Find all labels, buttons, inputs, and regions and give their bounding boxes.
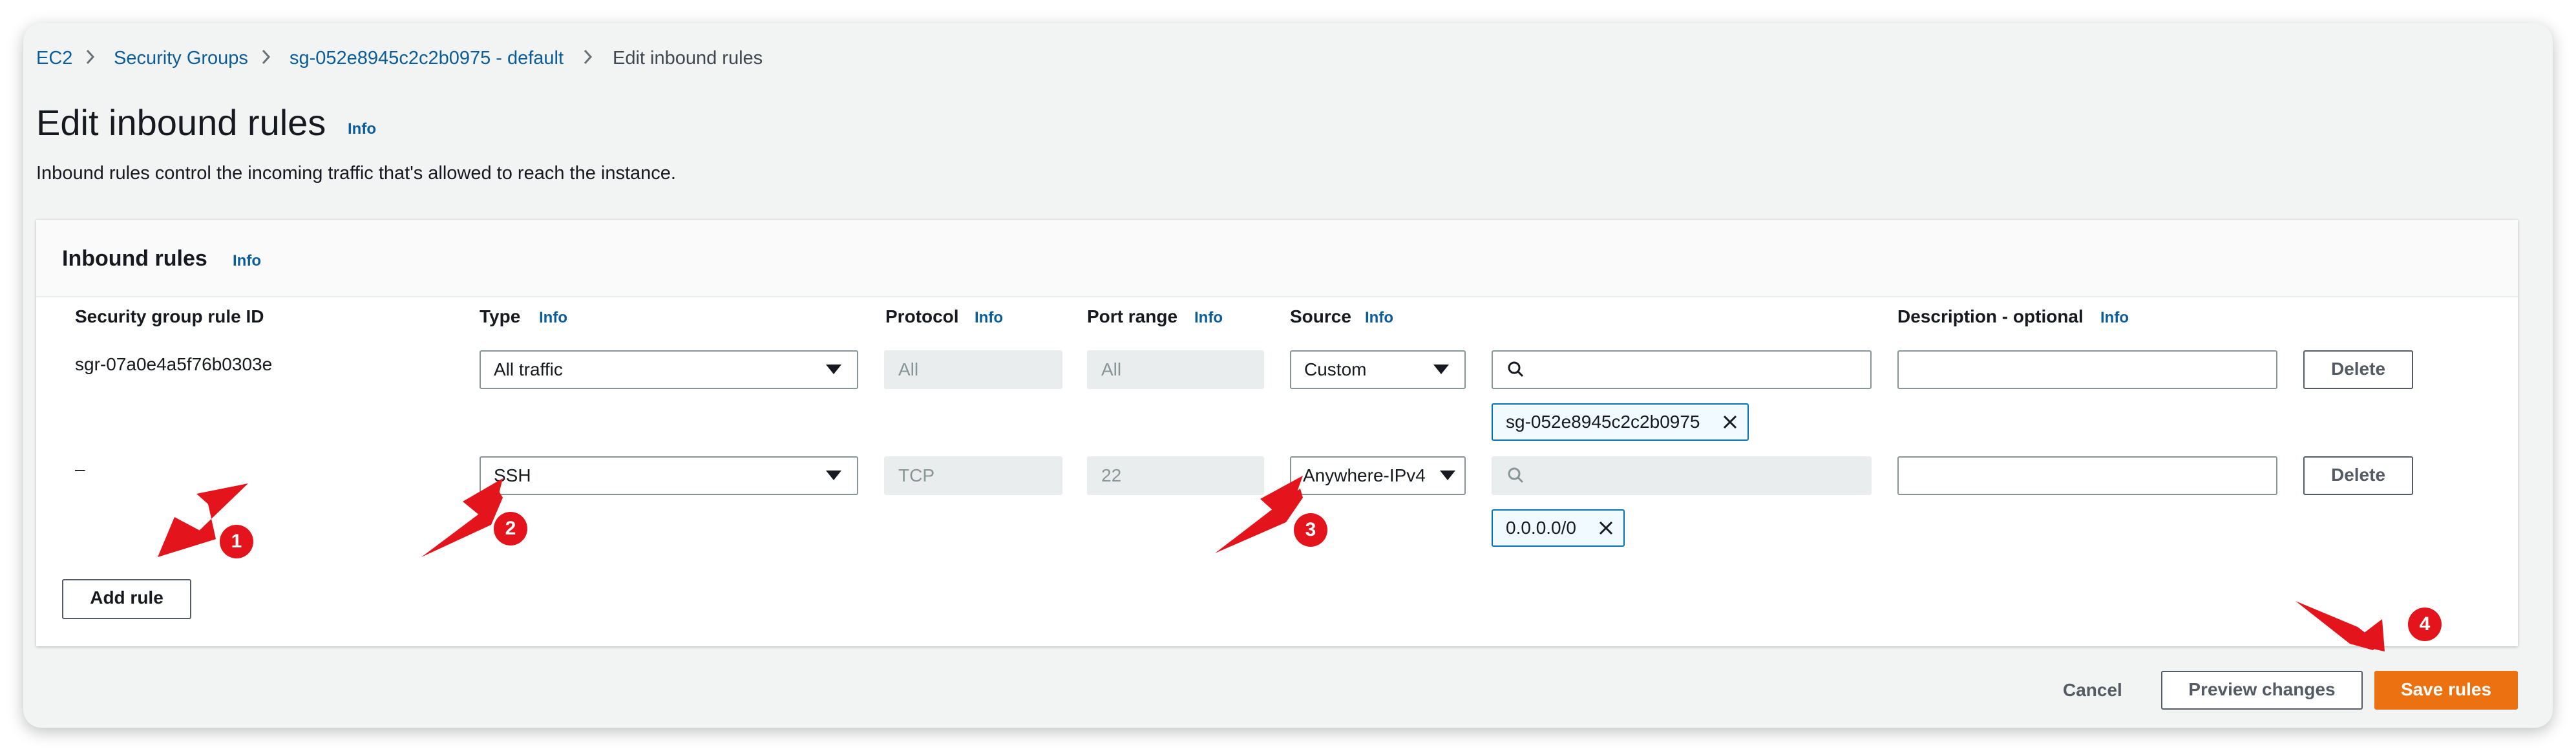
column-header-rule-id: Security group rule ID [75, 306, 264, 326]
description-input[interactable] [1897, 456, 2277, 495]
rule-id: – [75, 459, 85, 479]
source-select[interactable]: Custom [1290, 350, 1466, 389]
rule-id: sgr-07a0e4a5f76b0303e [75, 354, 273, 374]
source-token-label: sg-052e8945c2c2b0975 [1506, 412, 1700, 432]
source-token: 0.0.0.0/0 [1492, 509, 1625, 547]
source-search-input [1492, 456, 1872, 495]
column-header-source: Source [1290, 306, 1351, 326]
type-info-link[interactable]: Info [539, 309, 567, 327]
delete-button[interactable]: Delete [2303, 350, 2413, 389]
save-rules-button[interactable]: Save rules [2374, 671, 2518, 710]
port-range-info-link[interactable]: Info [1194, 309, 1223, 327]
column-header-type: Type [480, 306, 521, 326]
close-icon[interactable] [1598, 520, 1614, 536]
add-rule-button[interactable]: Add rule [62, 579, 191, 619]
type-select[interactable]: All traffic [480, 350, 858, 389]
breadcrumb-security-groups[interactable]: Security Groups [114, 47, 248, 70]
panel-header [36, 220, 2518, 297]
source-search-input[interactable] [1492, 350, 1872, 389]
breadcrumb-current: Edit inbound rules [613, 48, 763, 69]
panel-title: Inbound rules [62, 246, 207, 271]
column-header-description: Description - optional [1897, 306, 2084, 326]
page-title: Edit inbound rules [36, 102, 326, 143]
search-icon [1508, 467, 1524, 483]
preview-changes-button[interactable]: Preview changes [2161, 671, 2363, 710]
title-info-link[interactable]: Info [348, 120, 376, 138]
close-icon[interactable] [1722, 414, 1738, 430]
annotation-badge-4: 4 [2408, 608, 2442, 641]
chevron-right-icon [262, 49, 271, 65]
caret-down-icon [826, 471, 841, 480]
annotation-badge-2: 2 [494, 512, 527, 545]
type-select-value: All traffic [494, 359, 563, 379]
breadcrumb-ec2[interactable]: EC2 [36, 47, 72, 70]
chevron-right-icon [584, 49, 593, 65]
source-select-value: Custom [1304, 359, 1367, 379]
caret-down-icon [1440, 471, 1455, 480]
type-select[interactable]: SSH [480, 456, 858, 495]
source-select[interactable]: Anywhere-IPv4 [1290, 456, 1466, 495]
breadcrumb-security-group[interactable]: sg-052e8945c2c2b0975 - default [290, 47, 564, 70]
description-input[interactable] [1897, 350, 2277, 389]
delete-button[interactable]: Delete [2303, 456, 2413, 495]
source-info-link[interactable]: Info [1365, 309, 1393, 327]
chevron-right-icon [86, 49, 95, 65]
cancel-button[interactable]: Cancel [2063, 679, 2122, 702]
protocol-info-link[interactable]: Info [975, 309, 1003, 327]
description-info-link[interactable]: Info [2100, 309, 2129, 327]
source-select-value: Anywhere-IPv4 [1303, 465, 1426, 485]
search-icon [1508, 361, 1524, 377]
protocol-field: TCP [884, 456, 1062, 495]
caret-down-icon [826, 365, 841, 374]
annotation-badge-1: 1 [220, 525, 253, 558]
column-header-port-range: Port range [1087, 306, 1178, 326]
annotation-badge-3: 3 [1294, 513, 1327, 547]
port-range-field: 22 [1087, 456, 1264, 495]
caret-down-icon [1433, 365, 1449, 374]
page-description: Inbound rules control the incoming traff… [36, 163, 676, 184]
panel-info-link[interactable]: Info [233, 252, 261, 270]
source-token: sg-052e8945c2c2b0975 [1492, 403, 1749, 441]
source-token-label: 0.0.0.0/0 [1506, 518, 1576, 538]
type-select-value: SSH [494, 465, 531, 485]
protocol-field: All [884, 350, 1062, 389]
column-header-protocol: Protocol [885, 306, 959, 326]
port-range-field: All [1087, 350, 1264, 389]
